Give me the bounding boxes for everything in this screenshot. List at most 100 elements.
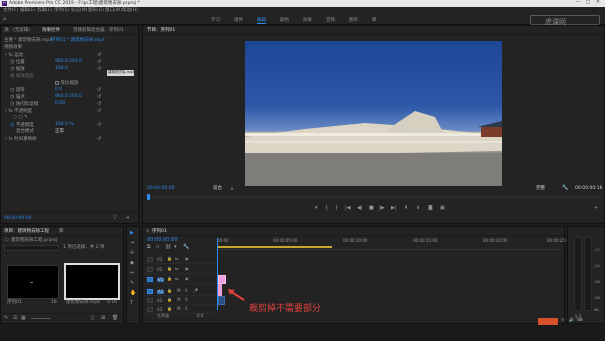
track-toggle[interactable] xyxy=(147,307,153,312)
add-button-icon[interactable]: + xyxy=(594,206,598,211)
anchor-x-value[interactable]: 960.0 xyxy=(55,94,68,100)
anchor-y-value[interactable]: 540.0 xyxy=(69,94,82,100)
go-to-in-icon[interactable]: |◀ xyxy=(345,206,351,211)
reset-icon[interactable]: ↺ xyxy=(97,53,101,58)
step-back-icon[interactable]: ◀| xyxy=(357,206,363,211)
extract-icon[interactable]: ⇟ xyxy=(416,206,420,211)
effect-row-opacity[interactable]: › fx 不透明度 xyxy=(5,109,32,115)
hand-tool-icon[interactable]: ✋ xyxy=(130,291,136,296)
menu-item-edit[interactable]: 编辑(E) xyxy=(20,8,35,14)
solo-icon[interactable]: S xyxy=(185,298,188,302)
new-bin-icon[interactable]: ▯ xyxy=(91,316,94,321)
effect-row-anchor[interactable]: ◷ 锚点 xyxy=(10,95,25,101)
compare-icon[interactable]: ▣ xyxy=(440,206,445,211)
slip-tool-icon[interactable]: ↔ xyxy=(130,271,134,276)
nest-icon[interactable]: ⧉ xyxy=(147,245,151,250)
tab-source[interactable]: 源：(无剪辑) xyxy=(4,28,30,34)
menu-item-file[interactable]: 文件(F) xyxy=(3,8,18,14)
workspace-tab-color[interactable]: 颜色 xyxy=(280,17,289,23)
toggle-icon[interactable]: › xyxy=(5,109,7,114)
effect-controls-timecode[interactable]: 00:00:00:00 xyxy=(4,216,31,222)
rotation-value[interactable]: 0.0 xyxy=(55,87,62,93)
settings-icon[interactable]: 🔧 xyxy=(183,245,189,250)
effect-row-antiflicker[interactable]: ◷ 防闪烁滤镜 xyxy=(10,102,38,108)
chevron-down-icon[interactable]: ▾ xyxy=(231,187,233,191)
maximize-button[interactable]: □ xyxy=(586,0,590,6)
effect-row-time-remap[interactable]: › fx 时间重映射 xyxy=(5,137,37,143)
workspace-tab-assembly[interactable]: 组件 xyxy=(234,17,243,23)
stopwatch-icon[interactable]: ◷ xyxy=(10,67,14,72)
mute-icon[interactable]: M xyxy=(177,289,180,293)
project-search-input[interactable] xyxy=(4,245,59,251)
chevron-left-icon[interactable]: › xyxy=(4,254,6,258)
close-button[interactable]: ✕ xyxy=(596,0,600,6)
reset-icon[interactable]: ↺ xyxy=(97,95,101,100)
video-frame[interactable] xyxy=(245,41,502,186)
close-icon[interactable]: ✕ xyxy=(146,229,149,233)
master-track-value[interactable]: 0.0 xyxy=(197,314,203,318)
track-toggle[interactable] xyxy=(147,277,153,282)
menu-item-clip[interactable]: 剪辑(C) xyxy=(37,8,53,14)
stopwatch-icon[interactable]: ◷ xyxy=(10,95,14,100)
eye-icon[interactable]: ◉ xyxy=(185,257,189,261)
list-view-icon[interactable]: ☰ xyxy=(13,316,17,321)
pen-icon[interactable]: ✎ xyxy=(4,316,8,321)
menu-item-marker[interactable]: 标记(M) xyxy=(71,8,87,14)
timeline-ruler[interactable]: 00:00 00:00:05:00 00:00:10:00 00:00:15:0… xyxy=(217,238,571,310)
workspace-tab-learn[interactable]: 学习 xyxy=(211,17,220,23)
icon-view-icon[interactable]: ▦ xyxy=(21,316,26,321)
video-clip-selected[interactable] xyxy=(218,284,222,296)
stopwatch-icon[interactable]: ◷ xyxy=(10,60,14,65)
reset-icon[interactable]: ↺ xyxy=(97,67,101,72)
program-monitor-tab[interactable]: 节目：序列01 xyxy=(147,28,175,34)
linked-selection-icon[interactable]: ⛓ xyxy=(165,245,171,250)
stopwatch-icon[interactable]: ◷ xyxy=(10,88,14,93)
stop-icon[interactable]: ■ xyxy=(369,206,374,211)
audio-clip[interactable] xyxy=(218,296,225,305)
quality-select[interactable]: 完整 xyxy=(536,186,545,192)
mark-out-icon[interactable]: } xyxy=(335,206,338,211)
track-select-tool-icon[interactable]: ⇥ xyxy=(130,241,134,246)
fit-select[interactable]: 适合 xyxy=(213,186,222,192)
snap-icon[interactable]: ∩ xyxy=(156,245,160,250)
home-icon[interactable]: ⌂ xyxy=(3,17,6,22)
antiflicker-value[interactable]: 0.00 xyxy=(55,101,65,107)
reset-icon[interactable]: ↺ xyxy=(97,109,101,114)
lock-icon[interactable]: 🔒 xyxy=(167,267,172,271)
project-item-sequence[interactable] xyxy=(7,265,59,299)
position-y-value[interactable]: 540.0 xyxy=(69,59,82,65)
tab-libraries[interactable]: 库 xyxy=(59,229,64,235)
tray-icon[interactable]: ☷ xyxy=(561,318,565,322)
workspace-tab-graphics[interactable]: 图形 xyxy=(349,17,358,23)
reset-icon[interactable]: ↺ xyxy=(97,137,101,142)
project-item-clip[interactable] xyxy=(64,263,120,300)
zoom-slider[interactable] xyxy=(31,318,51,319)
reset-icon[interactable]: ↺ xyxy=(97,102,101,107)
reset-icon[interactable]: ↺ xyxy=(97,123,101,128)
work-area-bar[interactable] xyxy=(217,246,332,248)
mark-in-icon[interactable]: { xyxy=(325,206,328,211)
lock-icon[interactable]: 🔒 xyxy=(167,307,172,311)
reset-icon[interactable]: ↺ xyxy=(97,60,101,65)
pen-tool-icon[interactable]: ✎ xyxy=(130,281,134,286)
wrench-icon[interactable]: 🔧 xyxy=(562,186,568,191)
razor-tool-icon[interactable]: ◆ xyxy=(130,261,134,266)
menu-item-help[interactable]: 帮助(H) xyxy=(122,8,138,14)
effect-row-opacity-value[interactable]: ◷ 不透明度 xyxy=(10,123,34,129)
track-toggle[interactable] xyxy=(147,267,153,272)
marker-icon[interactable]: ▾ xyxy=(315,206,318,211)
effect-row-rotation[interactable]: ◷ 旋转 xyxy=(10,88,25,94)
menu-item-window[interactable]: 窗口(W) xyxy=(105,8,122,14)
reset-icon[interactable]: ↺ xyxy=(97,88,101,93)
toggle-icon[interactable]: › xyxy=(5,137,7,142)
solo-icon[interactable]: S xyxy=(185,307,188,311)
lock-icon[interactable]: 🔒 xyxy=(167,277,172,281)
export-icon[interactable]: ⇥ xyxy=(125,216,129,221)
mute-icon[interactable]: M xyxy=(177,307,180,311)
scale-value[interactable]: 100.0 xyxy=(55,66,68,72)
timeline-timecode[interactable]: 00:00:00:00 xyxy=(147,238,178,243)
new-item-icon[interactable]: ⊞ xyxy=(101,316,105,321)
stopwatch-icon[interactable]: ◷ xyxy=(10,102,14,107)
program-timecode-left[interactable]: 00:00:00:00 xyxy=(147,186,174,192)
lock-icon[interactable]: 🔒 xyxy=(167,289,172,293)
